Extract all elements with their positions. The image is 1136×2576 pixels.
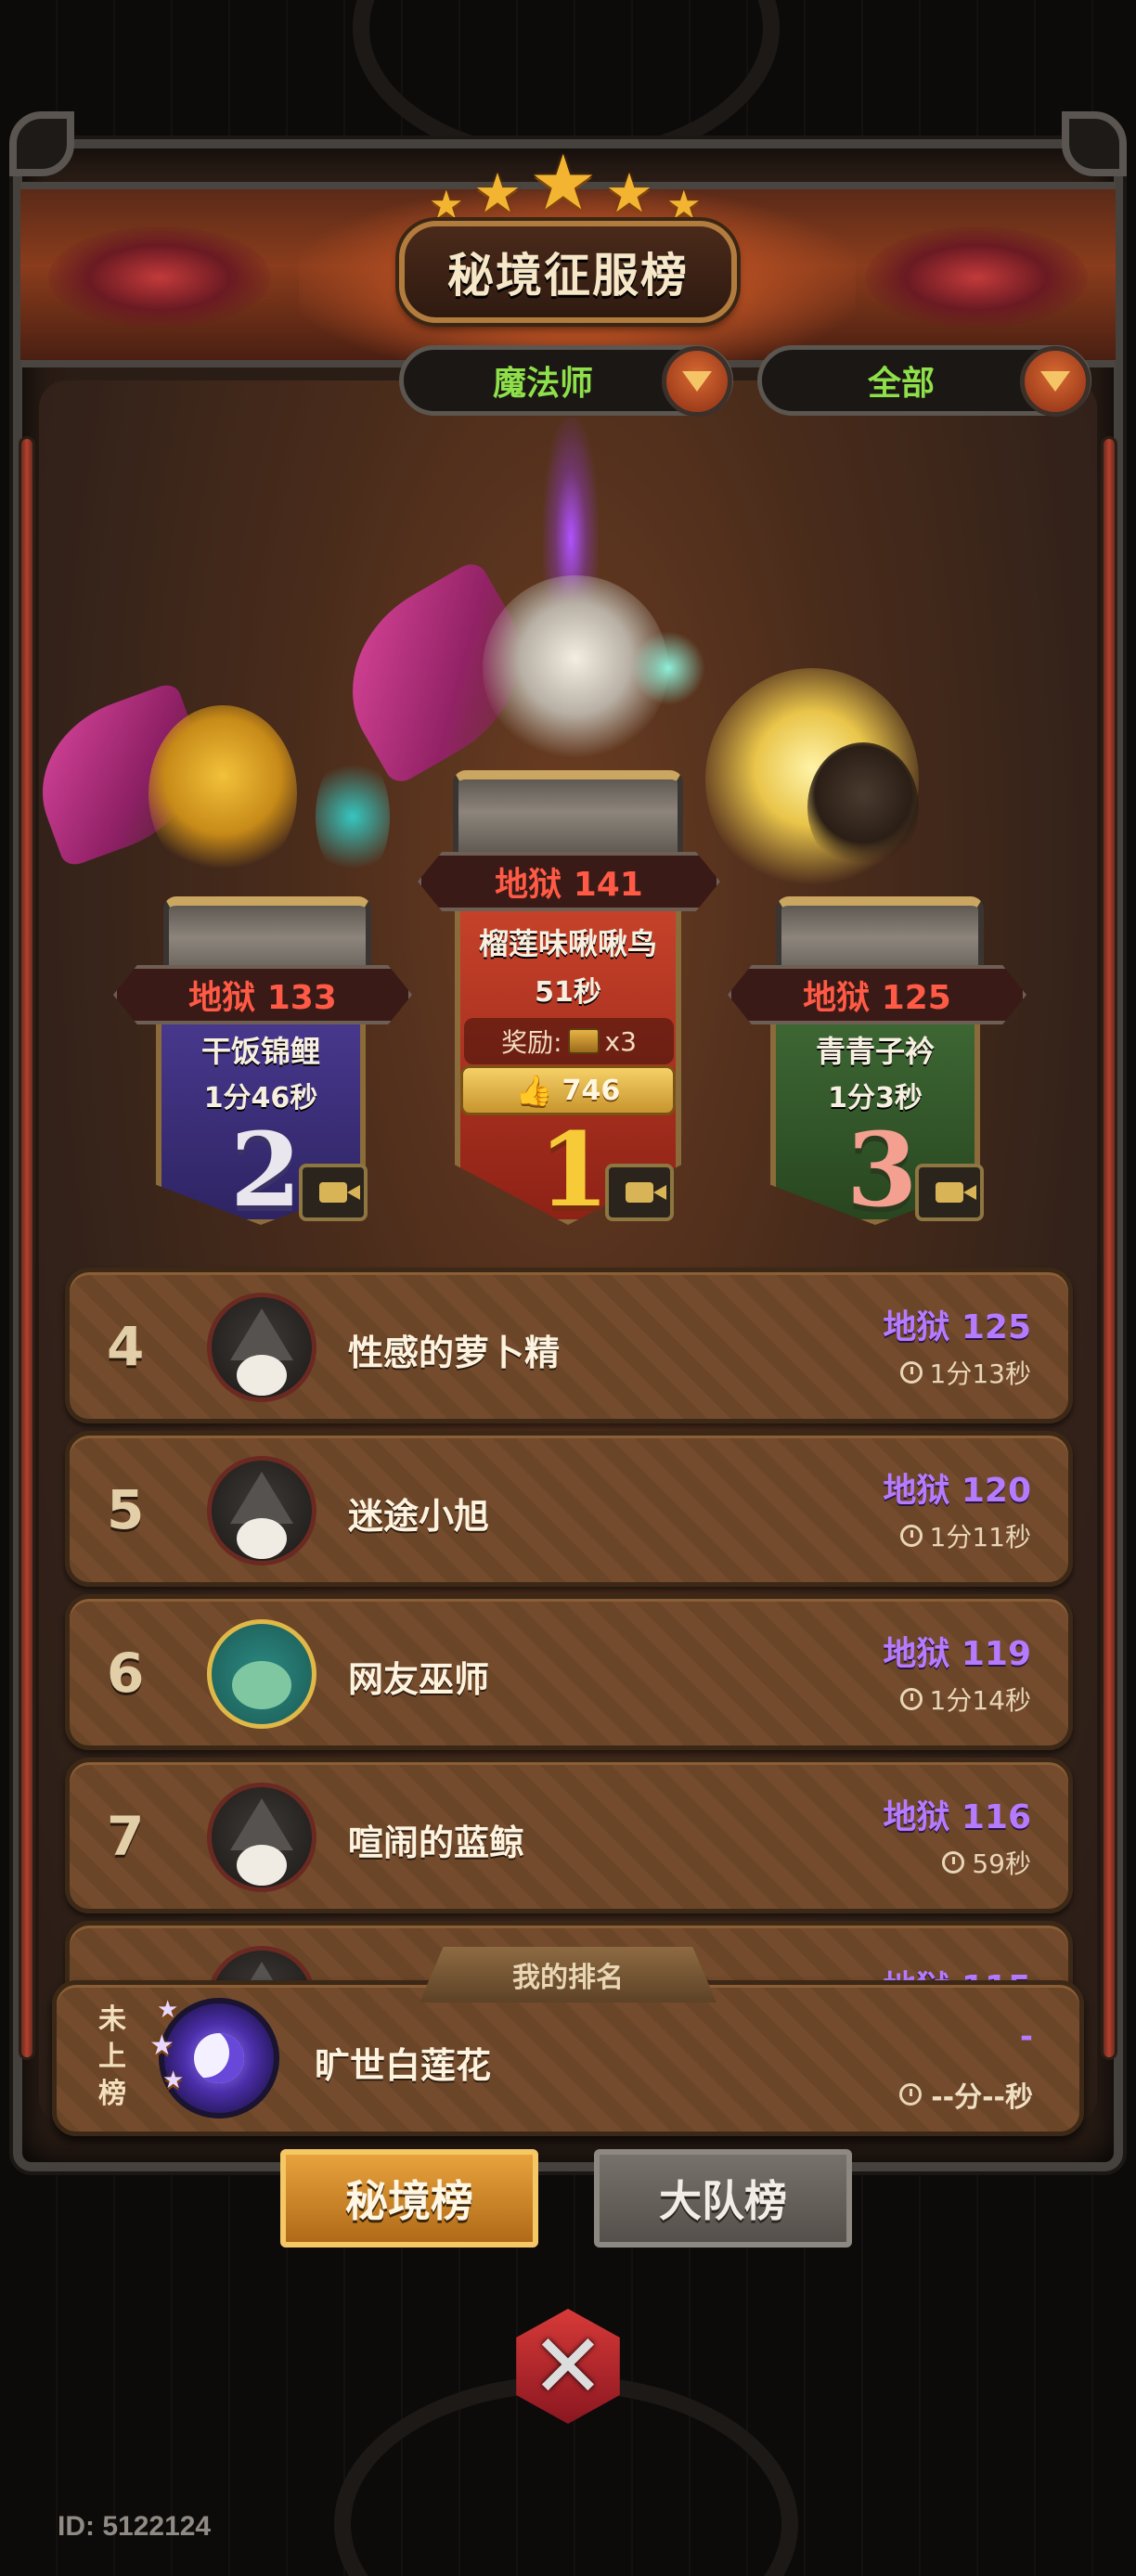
class-filter-dropdown[interactable]: 魔法师 [399,345,733,417]
video-camera-icon [626,1182,666,1203]
my-level: - [1019,2018,1033,2055]
player-name: 榴莲味啾啾鸟 [478,926,657,961]
row-time-value: 1分11秒 [929,1522,1031,1552]
row-level: 地狱 125 [883,1308,1031,1346]
star-icon: ★ [162,2067,185,2094]
row-player-name: 网友巫师 [348,1659,490,1700]
clock-icon [899,1361,923,1384]
thumbs-up-icon: 👍 [515,1073,553,1108]
moon-icon [194,2033,244,2083]
my-time-value: --分--秒 [931,2081,1033,2114]
star-icon: ★ [605,161,653,225]
chevron-down-icon [1040,371,1070,392]
hero-orb [631,631,705,705]
row-level: 地狱 120 [883,1472,1031,1510]
level-tag-rank-3: 地狱 125 [728,965,1026,1024]
star-icon: ★ [157,1996,179,2024]
row-time-value: 59秒 [972,1848,1031,1879]
leaderboard-row[interactable]: 7 喧闹的蓝鲸 地狱 116 59秒 [65,1758,1073,1913]
clock-icon [899,1525,923,1547]
my-time: --分--秒 [899,2074,1033,2115]
level-tag-rank-2: 地狱 133 [113,965,412,1024]
scope-filter-toggle[interactable] [1020,346,1091,417]
chevron-down-icon [682,371,712,392]
close-icon: ✕ [516,2309,620,2424]
video-camera-icon [319,1182,360,1203]
level-text: 地狱 133 [188,979,337,1017]
my-rank-tab-label: 我的排名 [420,1947,716,2003]
avatar[interactable] [207,1293,316,1402]
row-time: 1分11秒 [899,1517,1031,1554]
banner-eye-left [48,226,271,328]
close-button[interactable]: ✕ [501,2299,635,2433]
row-time-value: 1分13秒 [929,1359,1031,1389]
clock-icon [899,2083,923,2106]
row-player-name: 喧闹的蓝鲸 [348,1823,525,1863]
tab-team-leaderboard[interactable]: 大队榜 [594,2149,852,2248]
avatar[interactable] [207,1619,316,1729]
replay-video-button[interactable] [915,1164,984,1221]
like-count: 746 [562,1074,621,1107]
star-icon: ★ [473,161,522,225]
row-level: 地狱 116 [883,1798,1031,1836]
scope-filter-dropdown[interactable]: 全部 [757,345,1091,417]
leaderboard-row[interactable]: 5 迷途小旭 地狱 120 1分11秒 [65,1431,1073,1587]
clear-time: 51秒 [535,976,601,1009]
row-level: 地狱 119 [883,1635,1031,1673]
my-rank-row[interactable]: 未上榜 ★ ★ ★ 旷世白莲花 - --分--秒 [52,1980,1084,2136]
row-player-name: 迷途小旭 [348,1496,490,1537]
side-rail-right [1101,436,1117,2060]
replay-video-button[interactable] [605,1164,674,1221]
rank-number-1: 1 [538,1110,610,1230]
row-time: 59秒 [942,1844,1031,1881]
row-rank: 4 [107,1315,145,1378]
level-text: 地狱 125 [803,979,951,1017]
reward-count: x3 [604,1025,637,1057]
level-text: 地狱 141 [495,866,643,904]
video-camera-icon [936,1182,976,1203]
unranked-status: 未上榜 [98,2003,126,2110]
hero-portrait-rank-2[interactable] [148,705,297,882]
title-plate: 秘境征服榜 [399,221,737,323]
avatar[interactable] [207,1783,316,1892]
rating-stars: ★ ★ ★ ★ ★ [0,139,1136,227]
hero-staff [316,752,390,882]
hero-hair [807,742,919,872]
row-rank: 6 [107,1642,145,1705]
reward-row: 奖励: x3 [464,1018,674,1064]
my-player-name: 旷世白莲花 [315,2045,492,2086]
row-player-name: 性感的萝卜精 [348,1333,561,1373]
avatar[interactable] [207,1456,316,1565]
leaderboard-row[interactable]: 6 网友巫师 地狱 119 1分14秒 [65,1594,1073,1750]
class-filter-toggle[interactable] [662,346,732,417]
tab-realm-leaderboard[interactable]: 秘境榜 [280,2149,538,2248]
user-id: ID: 5122124 [58,2511,212,2542]
like-button[interactable]: 👍 746 [460,1065,676,1115]
replay-video-button[interactable] [299,1164,368,1221]
side-rail-left [19,436,35,2060]
row-rank: 7 [107,1805,145,1868]
clock-icon [942,1851,965,1874]
rank-number-2: 2 [230,1110,302,1230]
level-tag-rank-1: 地狱 141 [418,852,720,911]
star-icon: ★ [149,2029,174,2062]
star-icon: ★ [529,139,598,227]
reward-label: 奖励: [501,1027,562,1058]
row-time-value: 1分14秒 [929,1685,1031,1716]
page-title: 秘境征服榜 [447,249,689,303]
rank-number-3: 3 [846,1110,918,1230]
row-time: 1分13秒 [899,1354,1031,1391]
leaderboard-row[interactable]: 4 性感的萝卜精 地狱 125 1分13秒 [65,1268,1073,1423]
row-rank: 5 [107,1478,145,1541]
row-time: 1分14秒 [899,1681,1031,1718]
player-name: 干饭锦鲤 [200,1034,320,1069]
clock-icon [899,1688,923,1710]
player-name: 青青子衿 [815,1034,935,1069]
banner-eye-right [865,226,1088,328]
chest-icon [567,1028,600,1054]
